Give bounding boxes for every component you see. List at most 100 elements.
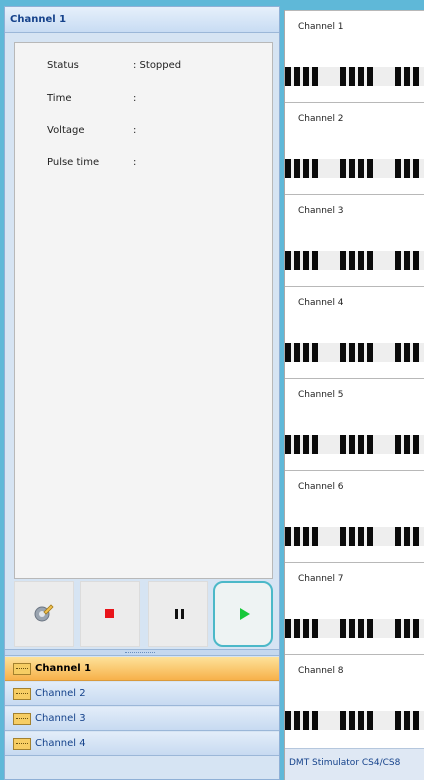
pulse-bar [413, 343, 419, 362]
pulse-bar [340, 159, 346, 178]
channel-icon [13, 738, 31, 750]
pulse-bar [303, 251, 309, 270]
panel-splitter[interactable] [5, 649, 279, 656]
pulse-bar [404, 159, 410, 178]
pulse-waveform [285, 619, 424, 638]
voltage-row: Voltage : [15, 125, 274, 141]
configure-button[interactable] [14, 581, 74, 647]
pulse-bar [349, 527, 355, 546]
pulse-bar [367, 527, 373, 546]
pulse-bar [285, 435, 291, 454]
pulse-bar [303, 619, 309, 638]
pulse-waveform [285, 159, 424, 178]
channel-card[interactable]: Channel 4 [285, 286, 424, 374]
status-row: Status : Stopped [15, 60, 274, 76]
pulse-bar [349, 619, 355, 638]
pause-button[interactable] [148, 581, 208, 647]
pulse-bar [404, 67, 410, 86]
channel-card[interactable]: Channel 6 [285, 470, 424, 558]
channel-card-title: Channel 2 [298, 114, 344, 124]
nav-item-channel-2[interactable]: Channel 2 [5, 682, 279, 706]
pulse-bar [358, 711, 364, 730]
pulse-bar [413, 711, 419, 730]
status-label: Status [47, 60, 79, 71]
pulse-bar [413, 527, 419, 546]
pulse-bar [285, 711, 291, 730]
channel-card[interactable]: Channel 8 [285, 654, 424, 742]
status-bar: DMT Stimulator CS4/CS8 [285, 748, 424, 780]
voltage-label: Voltage [47, 125, 85, 136]
nav-item-channel-1[interactable]: Channel 1 [5, 657, 279, 681]
status-bar-text: DMT Stimulator CS4/CS8 [289, 758, 401, 768]
pulse-bar [340, 711, 346, 730]
pulse-bar [349, 435, 355, 454]
nav-item-label: Channel 3 [35, 713, 86, 724]
pulse-bar [312, 527, 318, 546]
channel-card[interactable]: Channel 2 [285, 102, 424, 190]
pulse-bar [367, 251, 373, 270]
pulse-bar [294, 527, 300, 546]
pulse-bar [285, 67, 291, 86]
pulse-bar [303, 343, 309, 362]
time-value: : [133, 93, 137, 104]
pulse-bar [303, 67, 309, 86]
pulse-bar [294, 435, 300, 454]
pulse-bar [294, 67, 300, 86]
pulse-bar [358, 67, 364, 86]
pulse-bar [349, 711, 355, 730]
nav-item-channel-4[interactable]: Channel 4 [5, 732, 279, 756]
pulse-bar [312, 67, 318, 86]
pulse-bar [413, 251, 419, 270]
pulse-bar [340, 435, 346, 454]
pulse-bar [358, 159, 364, 178]
nav-item-label: Channel 2 [35, 688, 86, 699]
channel-card[interactable]: Channel 7 [285, 562, 424, 650]
channel-card[interactable]: Channel 5 [285, 378, 424, 466]
channel-icon [13, 688, 31, 700]
pulse-bar [285, 159, 291, 178]
pulse-bar [303, 159, 309, 178]
pulse-bar [395, 435, 401, 454]
stop-button[interactable] [80, 581, 140, 647]
pause-icon [175, 609, 184, 619]
pulse-bar [395, 527, 401, 546]
channel-info-box: Status : Stopped Time : Voltage : Pulse … [14, 42, 273, 579]
channel-card-title: Channel 3 [298, 206, 344, 216]
pulse-bar [303, 435, 309, 454]
pulse-bar [404, 527, 410, 546]
splitter-grip-icon [125, 652, 155, 654]
pulse-time-row: Pulse time : [15, 157, 274, 173]
channel-card-title: Channel 7 [298, 574, 344, 584]
pulse-bar [404, 711, 410, 730]
pulse-bar [340, 343, 346, 362]
channel-card[interactable]: Channel 3 [285, 194, 424, 282]
channel-control-panel: Channel 1 Status : Stopped Time : Voltag… [4, 6, 280, 780]
pulse-bar [303, 527, 309, 546]
pulse-bar [340, 619, 346, 638]
pulse-bar [285, 343, 291, 362]
pulse-bar [294, 619, 300, 638]
pulse-bar [413, 435, 419, 454]
channel-card-title: Channel 6 [298, 482, 344, 492]
pulse-waveform [285, 251, 424, 270]
pulse-bar [312, 159, 318, 178]
pulse-bar [358, 435, 364, 454]
pulse-bar [312, 711, 318, 730]
channel-icon [13, 713, 31, 725]
pulse-bar [367, 619, 373, 638]
pulse-bar [312, 435, 318, 454]
channel-icon [13, 663, 31, 675]
pulse-bar [349, 159, 355, 178]
pulse-bar [395, 159, 401, 178]
nav-item-channel-3[interactable]: Channel 3 [5, 707, 279, 731]
pulse-bar [367, 711, 373, 730]
channel-card[interactable]: Channel 1 [285, 10, 424, 98]
play-button[interactable] [213, 581, 273, 647]
settings-pencil-icon [34, 604, 54, 622]
pulse-bar [294, 251, 300, 270]
pulse-bar [404, 435, 410, 454]
voltage-value: : [133, 125, 137, 136]
pulse-time-label: Pulse time [47, 157, 100, 168]
pulse-bar [395, 619, 401, 638]
pulse-bar [404, 343, 410, 362]
